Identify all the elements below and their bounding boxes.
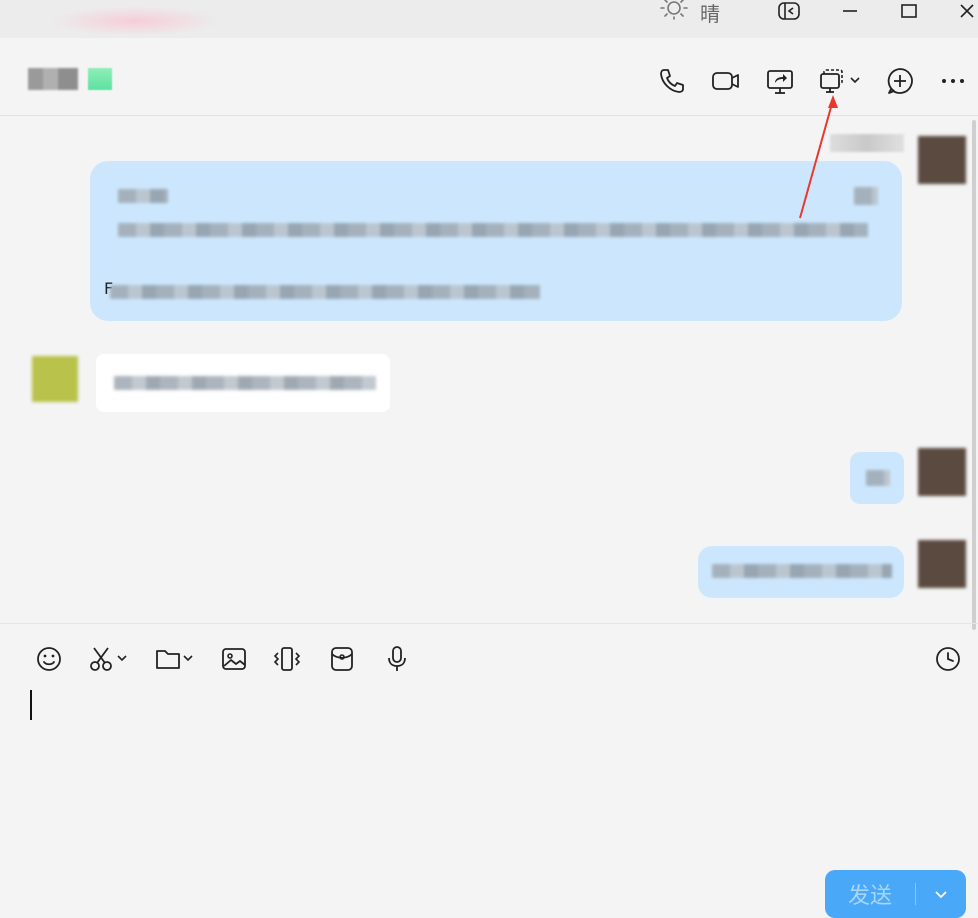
chat-scrollbar[interactable] — [972, 120, 976, 630]
add-chat-icon — [887, 68, 913, 94]
history-icon — [936, 647, 960, 671]
sidebar-toggle-button[interactable] — [774, 0, 804, 22]
title-decoration — [50, 6, 220, 36]
sun-icon — [658, 0, 690, 28]
text-caret — [30, 690, 32, 720]
emoji-icon — [37, 647, 61, 671]
remote-assist-button[interactable] — [818, 66, 864, 96]
screen-share-button[interactable] — [765, 66, 795, 96]
send-button-group[interactable]: 发送 — [825, 870, 966, 918]
outgoing-text-redacted — [712, 564, 892, 578]
sidebar-toggle-icon — [778, 2, 800, 20]
contact-tag-redacted — [88, 68, 112, 90]
self-avatar[interactable] — [918, 448, 966, 496]
voice-message-button[interactable] — [382, 644, 412, 674]
message-bubble-small[interactable] — [850, 452, 904, 504]
message-bubble-quote[interactable]: F — [90, 161, 902, 321]
chevron-down-icon — [935, 891, 947, 899]
voice-call-button[interactable] — [657, 66, 687, 96]
video-call-button[interactable] — [711, 66, 741, 96]
weather-widget[interactable]: 晴 — [658, 0, 720, 26]
more-icon — [942, 79, 964, 83]
input-toolbar — [0, 623, 978, 693]
maximize-button[interactable] — [894, 0, 924, 22]
close-button[interactable] — [952, 0, 978, 22]
contact-name-redacted[interactable] — [28, 68, 78, 90]
chat-history-button[interactable] — [933, 644, 963, 674]
quote-author-redacted — [118, 189, 168, 203]
send-button[interactable]: 发送 — [825, 878, 915, 910]
message-bubble-incoming[interactable] — [96, 354, 390, 412]
screen-share-icon — [767, 70, 793, 94]
remote-assist-icon — [820, 69, 860, 93]
small-text-redacted — [866, 470, 890, 486]
minimize-icon — [843, 10, 857, 12]
red-packet-icon — [331, 647, 353, 671]
red-packet-button[interactable] — [327, 644, 357, 674]
contact-avatar[interactable] — [32, 356, 78, 402]
chat-header — [0, 38, 978, 116]
image-button[interactable] — [219, 644, 249, 674]
weather-text: 晴 — [700, 1, 720, 26]
phone-icon — [660, 69, 684, 93]
emoji-button[interactable] — [34, 644, 64, 674]
video-call-icon — [712, 72, 739, 90]
send-options-button[interactable] — [916, 886, 966, 902]
title-bar: 晴 — [0, 0, 978, 38]
quote-icon-redacted — [854, 187, 878, 205]
add-chat-button[interactable] — [885, 66, 915, 96]
image-icon — [222, 648, 246, 670]
scissors-icon — [90, 647, 127, 671]
message-bubble-outgoing[interactable] — [698, 546, 904, 598]
self-avatar[interactable] — [918, 540, 966, 588]
more-button[interactable] — [938, 66, 968, 96]
quote-text-redacted — [118, 223, 868, 237]
maximize-icon — [901, 4, 917, 18]
message-text-redacted — [110, 285, 540, 299]
sender-name-redacted — [830, 134, 904, 152]
self-avatar[interactable] — [918, 136, 966, 184]
file-button[interactable] — [155, 644, 197, 674]
close-icon — [960, 4, 974, 18]
microphone-icon — [388, 646, 406, 671]
screenshot-button[interactable] — [88, 644, 132, 674]
shake-icon — [273, 647, 301, 671]
folder-icon — [156, 650, 193, 669]
shake-button[interactable] — [272, 644, 302, 674]
incoming-text-redacted — [114, 376, 376, 390]
minimize-button[interactable] — [835, 0, 865, 22]
